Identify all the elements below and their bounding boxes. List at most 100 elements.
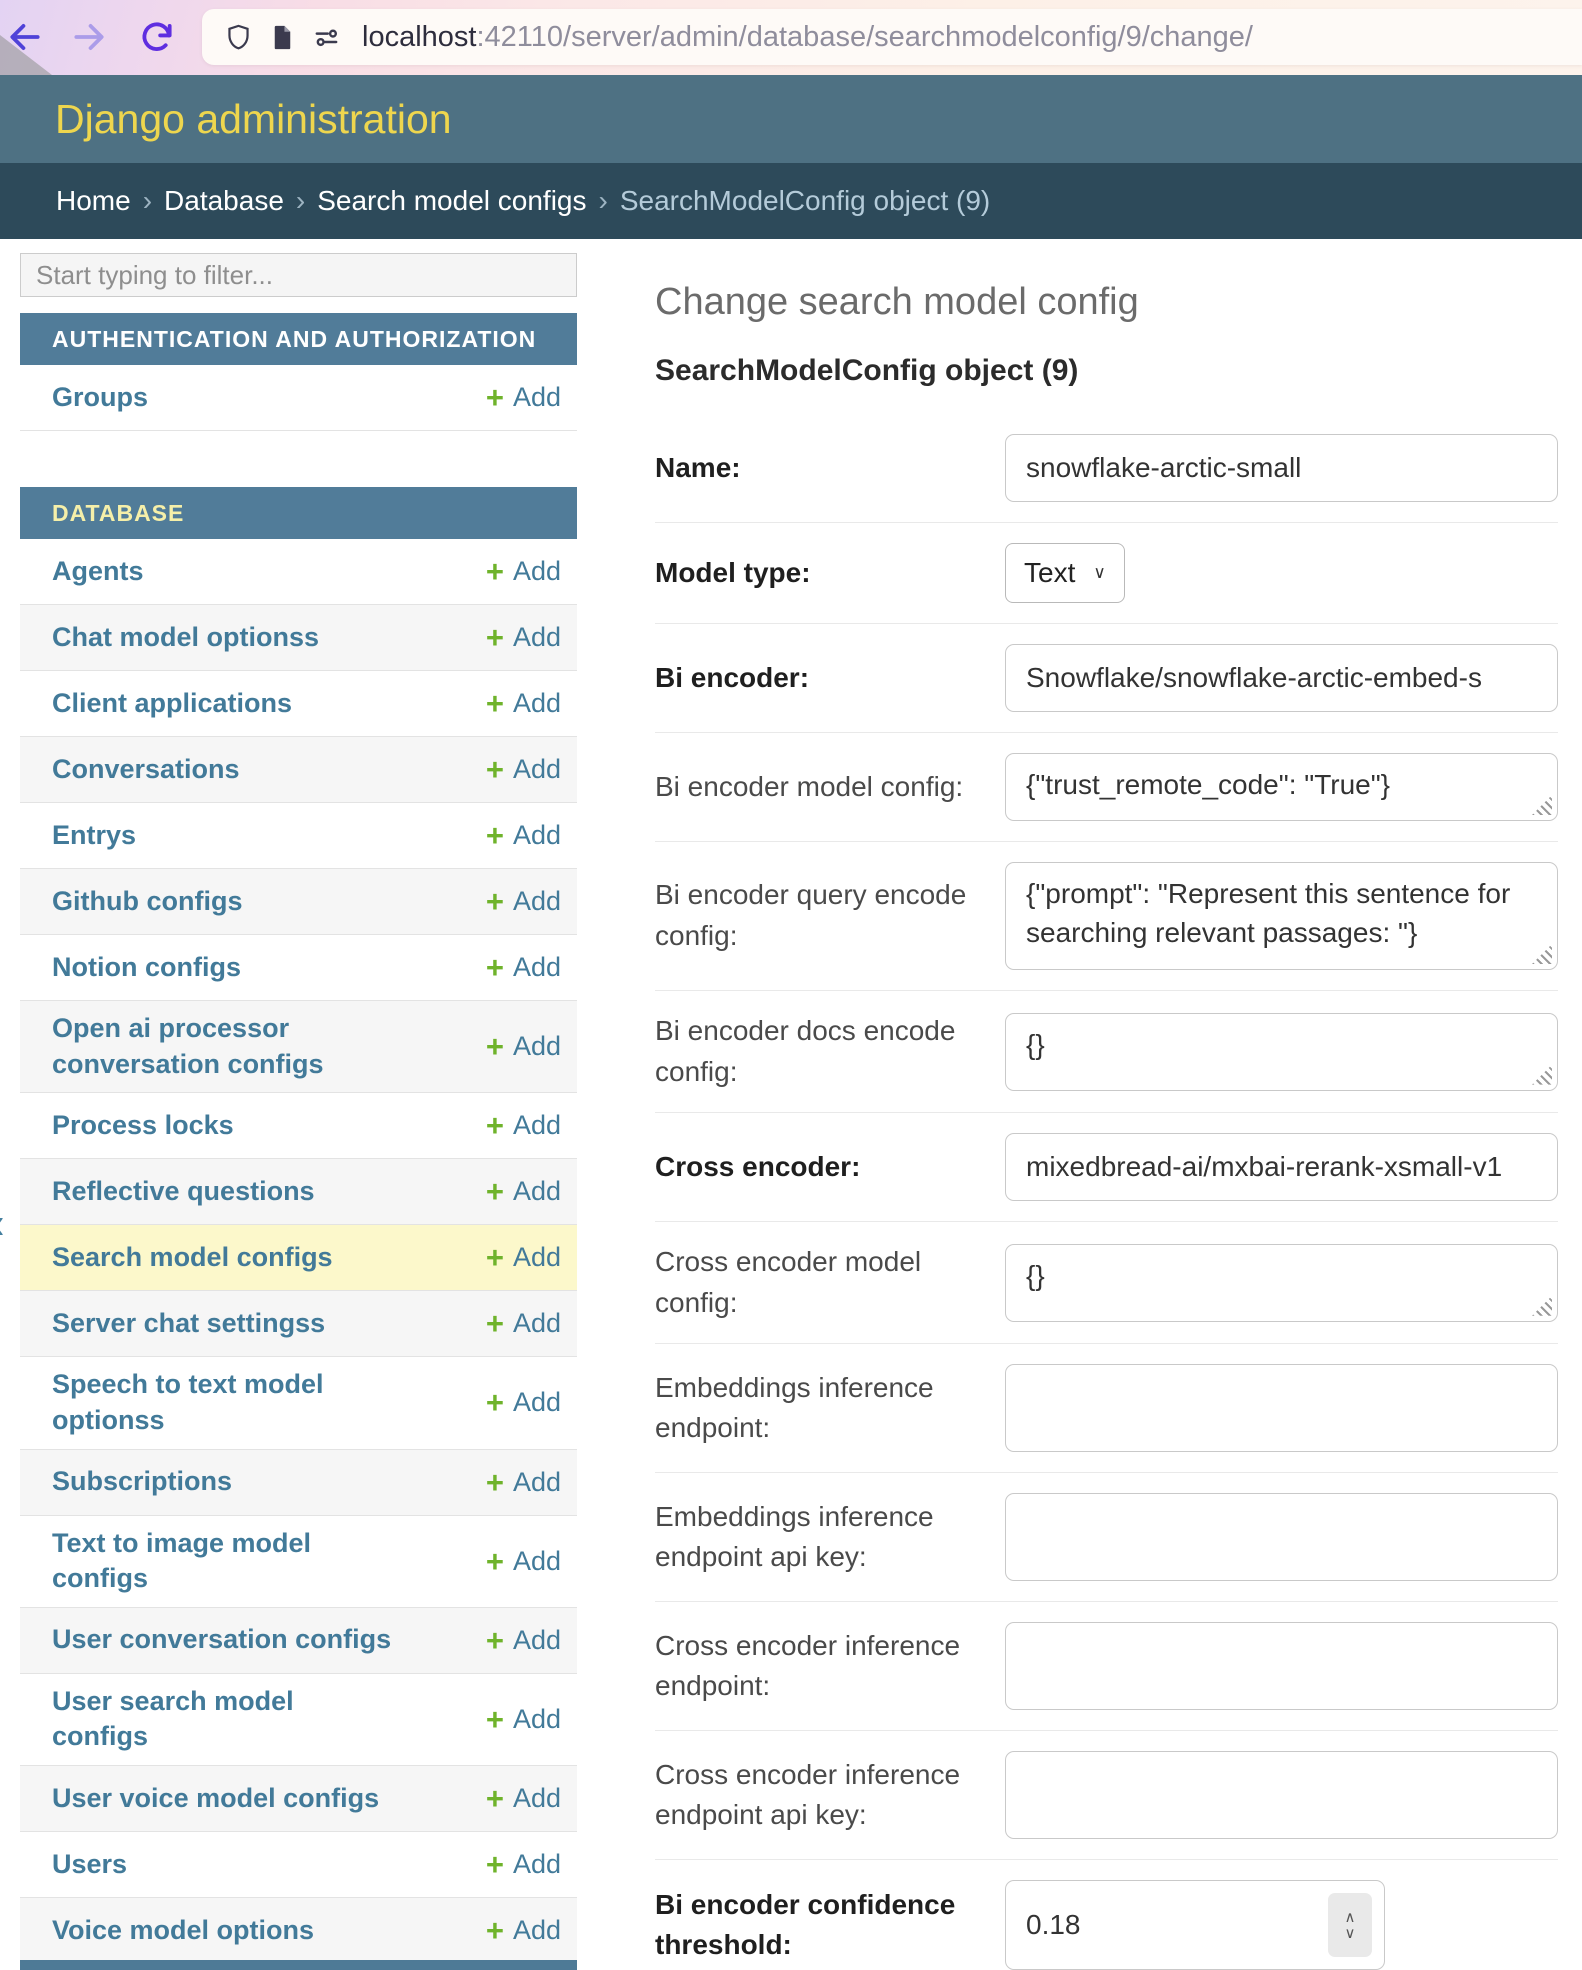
add-chat-model-optionss-link[interactable]: +Add (486, 622, 561, 653)
plus-icon: + (486, 754, 504, 785)
form-row-model-type: Model type:Text∨ (655, 523, 1558, 624)
add-label: Add (513, 952, 561, 983)
add-user-conversation-configs-link[interactable]: +Add (486, 1625, 561, 1656)
sidebar-item-server-chat-settingss[interactable]: Server chat settingss (52, 1306, 325, 1342)
add-user-voice-model-configs-link[interactable]: + Add (486, 1783, 561, 1814)
add-open-ai-processor-conversation-configs-link[interactable]: +Add (486, 1031, 561, 1062)
sidebar-item-process-locks[interactable]: Process locks (52, 1108, 234, 1144)
sidebar-row-groups: Groups +Add (20, 365, 577, 431)
bi-encoder-query-encode-config-textarea[interactable]: {"prompt": "Represent this sentence for … (1005, 862, 1558, 970)
add-process-locks-link[interactable]: +Add (486, 1110, 561, 1141)
resize-grip-icon[interactable] (1532, 1065, 1552, 1085)
add-client-applications-link[interactable]: +Add (486, 688, 561, 719)
sidebar-filter-input[interactable] (20, 253, 577, 297)
sidebar-item-groups[interactable]: Groups (52, 380, 148, 416)
add-agents-link[interactable]: +Add (486, 556, 561, 587)
sidebar-item-user-conversation-configs[interactable]: User conversation configs (52, 1622, 391, 1658)
add-search-model-configs-link[interactable]: +Add (486, 1242, 561, 1273)
model-type-select[interactable]: Text∨ (1005, 543, 1125, 603)
sidebar-item-text-to-image-model-configs[interactable]: Text to image model configs (52, 1526, 392, 1597)
sidebar-item-client-applications[interactable]: Client applications (52, 686, 292, 722)
sidebar-item-entrys[interactable]: Entrys (52, 818, 136, 854)
permissions-icon[interactable] (304, 15, 348, 59)
sidebar-item-github-configs[interactable]: Github configs (52, 884, 242, 920)
add-label: Add (513, 754, 561, 785)
forward-icon[interactable] (66, 14, 112, 60)
sidebar-item-open-ai-processor-conversation-configs[interactable]: Open ai processor conversation configs (52, 1011, 392, 1082)
sidebar-item-agents[interactable]: Agents (52, 554, 144, 590)
stepper-down-icon[interactable]: ∨ (1345, 1926, 1356, 1941)
breadcrumb-link-home[interactable]: Home (56, 185, 131, 217)
form-row-embeddings-inference-endpoint-api-key: Embeddings inference endpoint api key: (655, 1473, 1558, 1602)
add-groups-link[interactable]: +Add (486, 382, 561, 413)
add-label: Add (513, 1783, 561, 1814)
resize-grip-icon[interactable] (1532, 1296, 1552, 1316)
resize-grip-icon[interactable] (1532, 795, 1552, 815)
sidebar-item-chat-model-optionss[interactable]: Chat model optionss (52, 620, 319, 656)
cross-encoder-model-config-textarea[interactable]: {} (1005, 1244, 1558, 1322)
resize-grip-icon[interactable] (1532, 944, 1552, 964)
add-notion-configs-link[interactable]: + Add (486, 952, 561, 983)
add-reflective-questions-link[interactable]: +Add (486, 1176, 561, 1207)
add-github-configs-link[interactable]: +Add (486, 886, 561, 917)
sidebar-row-speech-to-text-model-optionss: Speech to text model optionss +Add (20, 1357, 577, 1449)
shield-icon[interactable] (216, 15, 260, 59)
name-input[interactable] (1005, 434, 1558, 502)
add-label: Add (513, 886, 561, 917)
sidebar-item-user-voice-model-configs[interactable]: User voice model configs (52, 1781, 379, 1817)
sidebar-item-search-model-configs[interactable]: Search model configs (52, 1240, 333, 1276)
reload-icon[interactable] (134, 14, 180, 60)
add-server-chat-settingss-link[interactable]: +Add (486, 1308, 561, 1339)
plus-icon: + (486, 820, 504, 851)
sidebar-item-users[interactable]: Users (52, 1847, 127, 1883)
plus-icon: + (486, 1783, 504, 1814)
add-entrys-link[interactable]: + Add (486, 820, 561, 851)
breadcrumb-link-database[interactable]: Database (164, 185, 284, 217)
site-title[interactable]: Django administration (55, 96, 452, 143)
url-text[interactable]: localhost:42110/server/admin/database/se… (362, 21, 1253, 54)
plus-icon: + (486, 952, 504, 983)
embeddings-inference-endpoint-input[interactable] (1005, 1364, 1558, 1452)
field-widget: ∧∨ (1005, 1880, 1558, 1970)
plus-icon: + (486, 1176, 504, 1207)
cross-encoder-inference-endpoint-input[interactable] (1005, 1622, 1558, 1710)
cross-encoder-inference-endpoint-api-key-input[interactable] (1005, 1751, 1558, 1839)
add-subscriptions-link[interactable]: +Add (486, 1467, 561, 1498)
sidebar-item-subscriptions[interactable]: Subscriptions (52, 1464, 232, 1500)
cross-encoder-input[interactable] (1005, 1133, 1558, 1201)
field-widget: {} (1005, 1244, 1558, 1322)
field-label-cross-encoder-model-config: Cross encoder model config: (655, 1242, 1005, 1323)
add-users-link[interactable]: +Add (486, 1849, 561, 1880)
sidebar-row-process-locks: Process locks +Add (20, 1093, 577, 1159)
sidebar-item-user-search-model-configs[interactable]: User search model configs (52, 1684, 392, 1755)
field-widget (1005, 1493, 1558, 1581)
form-row-bi-encoder-docs-encode-config: Bi encoder docs encode config:{} (655, 991, 1558, 1113)
bi-encoder-model-config-textarea[interactable]: {"trust_remote_code": "True"} (1005, 753, 1558, 821)
url-bar[interactable]: localhost:42110/server/admin/database/se… (202, 9, 1582, 65)
stepper-up-icon[interactable]: ∧ (1345, 1910, 1356, 1925)
add-user-search-model-configs-link[interactable]: +Add (486, 1704, 561, 1735)
back-icon[interactable] (2, 14, 48, 60)
add-speech-to-text-model-optionss-link[interactable]: +Add (486, 1387, 561, 1418)
number-stepper[interactable]: ∧∨ (1328, 1893, 1372, 1957)
add-voice-model-options-link[interactable]: +Add (486, 1915, 561, 1946)
page-icon[interactable] (260, 15, 304, 59)
add-label: Add (513, 820, 561, 851)
sidebar-item-voice-model-options[interactable]: Voice model options (52, 1913, 314, 1949)
sidebar-item-conversations[interactable]: Conversations (52, 752, 240, 788)
browser-toolbar: localhost:42110/server/admin/database/se… (0, 0, 1582, 75)
breadcrumb-link-search-model-configs[interactable]: Search model configs (317, 185, 586, 217)
field-label-embeddings-inference-endpoint-api-key: Embeddings inference endpoint api key: (655, 1497, 1005, 1578)
sidebar-item-notion-configs[interactable]: Notion configs (52, 950, 241, 986)
bi-encoder-input[interactable] (1005, 644, 1558, 712)
embeddings-inference-endpoint-api-key-input[interactable] (1005, 1493, 1558, 1581)
sidebar-row-subscriptions: Subscriptions +Add (20, 1450, 577, 1516)
admin-header: Django administration (0, 75, 1582, 163)
sidebar-item-reflective-questions[interactable]: Reflective questions (52, 1174, 315, 1210)
bi-encoder-docs-encode-config-textarea[interactable]: {} (1005, 1013, 1558, 1091)
add-label: Add (513, 1308, 561, 1339)
sidebar-item-speech-to-text-model-optionss[interactable]: Speech to text model optionss (52, 1367, 392, 1438)
add-conversations-link[interactable]: + Add (486, 754, 561, 785)
add-text-to-image-model-configs-link[interactable]: +Add (486, 1546, 561, 1577)
field-widget (1005, 1364, 1558, 1452)
